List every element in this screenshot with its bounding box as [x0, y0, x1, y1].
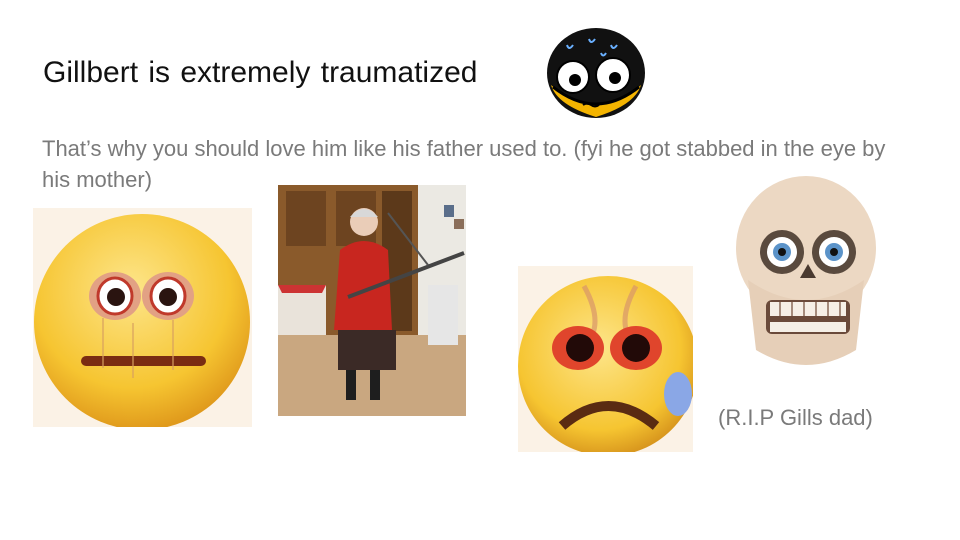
skull-with-eyes-icon [718, 170, 890, 385]
slide-title: Gillbert is extremely traumatized [43, 56, 478, 89]
skull-caption: (R.I.P Gills dad) [718, 405, 873, 430]
crying-cursed-emoji-icon [518, 266, 693, 452]
black-yellow-round-face-icon [545, 25, 647, 120]
old-woman-with-sword-photo [278, 185, 466, 416]
cursed-emoji-bulging-eyes-icon [33, 208, 252, 427]
slide: Gillbert is extremely traumatized That’s… [0, 0, 960, 540]
